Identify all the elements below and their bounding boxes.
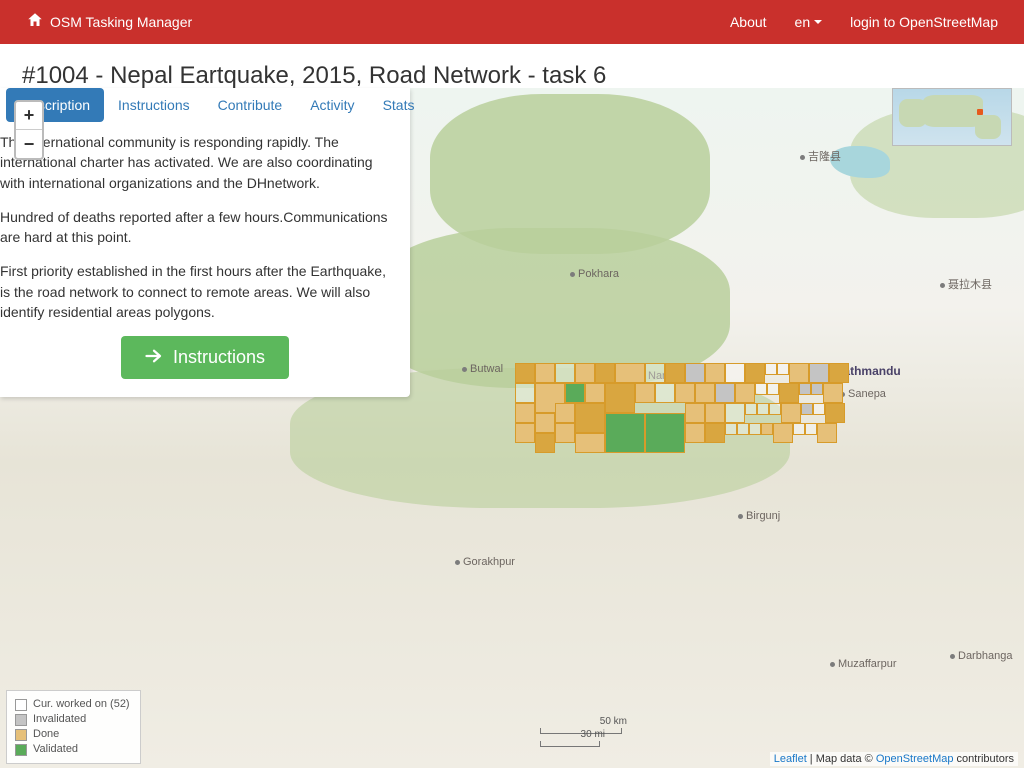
tab-instructions[interactable]: Instructions [104, 88, 204, 122]
tab-activity[interactable]: Activity [296, 88, 368, 122]
instructions-button[interactable]: Instructions [121, 336, 289, 379]
city-jilong: 吉隆县 [800, 148, 841, 164]
osm-link[interactable]: OpenStreetMap [876, 753, 954, 765]
overview-minimap[interactable] [892, 88, 1012, 146]
tab-stats[interactable]: Stats [369, 88, 429, 122]
top-navbar: OSM Tasking Manager About en login to Op… [0, 0, 1024, 44]
description-p3: First priority established in the first … [0, 261, 396, 336]
nav-about[interactable]: About [716, 14, 781, 30]
minimap-marker-icon [977, 109, 983, 115]
task-grid[interactable] [515, 363, 855, 483]
tab-contribute[interactable]: Contribute [204, 88, 297, 122]
scale-bar: 50 km 30 mi [540, 726, 622, 750]
legend-done: Done [33, 727, 59, 742]
city-pokhara: Pokhara [570, 268, 619, 280]
city-butwal: Butwal [462, 363, 503, 375]
city-nielamu: 聂拉木县 [940, 276, 992, 292]
city-birgunj: Birgunj [738, 510, 780, 522]
legend-validated: Validated [33, 742, 78, 757]
leaflet-link[interactable]: Leaflet [774, 753, 807, 765]
instructions-button-label: Instructions [173, 347, 265, 368]
city-muzaffarpur: Muzaffarpur [830, 658, 897, 670]
map-legend: Cur. worked on (52) Invalidated Done Val… [6, 690, 141, 764]
home-icon [26, 11, 44, 34]
description-p2: Hundred of deaths reported after a few h… [0, 207, 396, 262]
lang-label: en [795, 14, 811, 30]
brand-text: OSM Tasking Manager [50, 14, 192, 30]
zoom-out-button[interactable]: − [16, 130, 42, 158]
zoom-in-button[interactable]: + [16, 102, 42, 130]
map-attribution: Leaflet | Map data © OpenStreetMap contr… [770, 752, 1018, 766]
legend-invalidated: Invalidated [33, 712, 86, 727]
nav-language[interactable]: en [781, 14, 837, 30]
left-panel: Description Instructions Contribute Acti… [0, 88, 410, 397]
arrow-right-icon [145, 347, 163, 368]
project-tabs: Description Instructions Contribute Acti… [0, 88, 410, 122]
description-p1: The international community is respondin… [0, 132, 396, 207]
city-darbhanga: Darbhanga [950, 650, 1012, 662]
description-content: The international community is respondin… [0, 122, 410, 336]
chevron-down-icon [814, 20, 822, 24]
legend-worked: Cur. worked on (52) [33, 697, 130, 712]
city-gorakhpur: Gorakhpur [455, 556, 515, 568]
brand-link[interactable]: OSM Tasking Manager [12, 11, 206, 34]
zoom-control: + − [14, 100, 44, 160]
nav-login[interactable]: login to OpenStreetMap [836, 14, 1012, 30]
